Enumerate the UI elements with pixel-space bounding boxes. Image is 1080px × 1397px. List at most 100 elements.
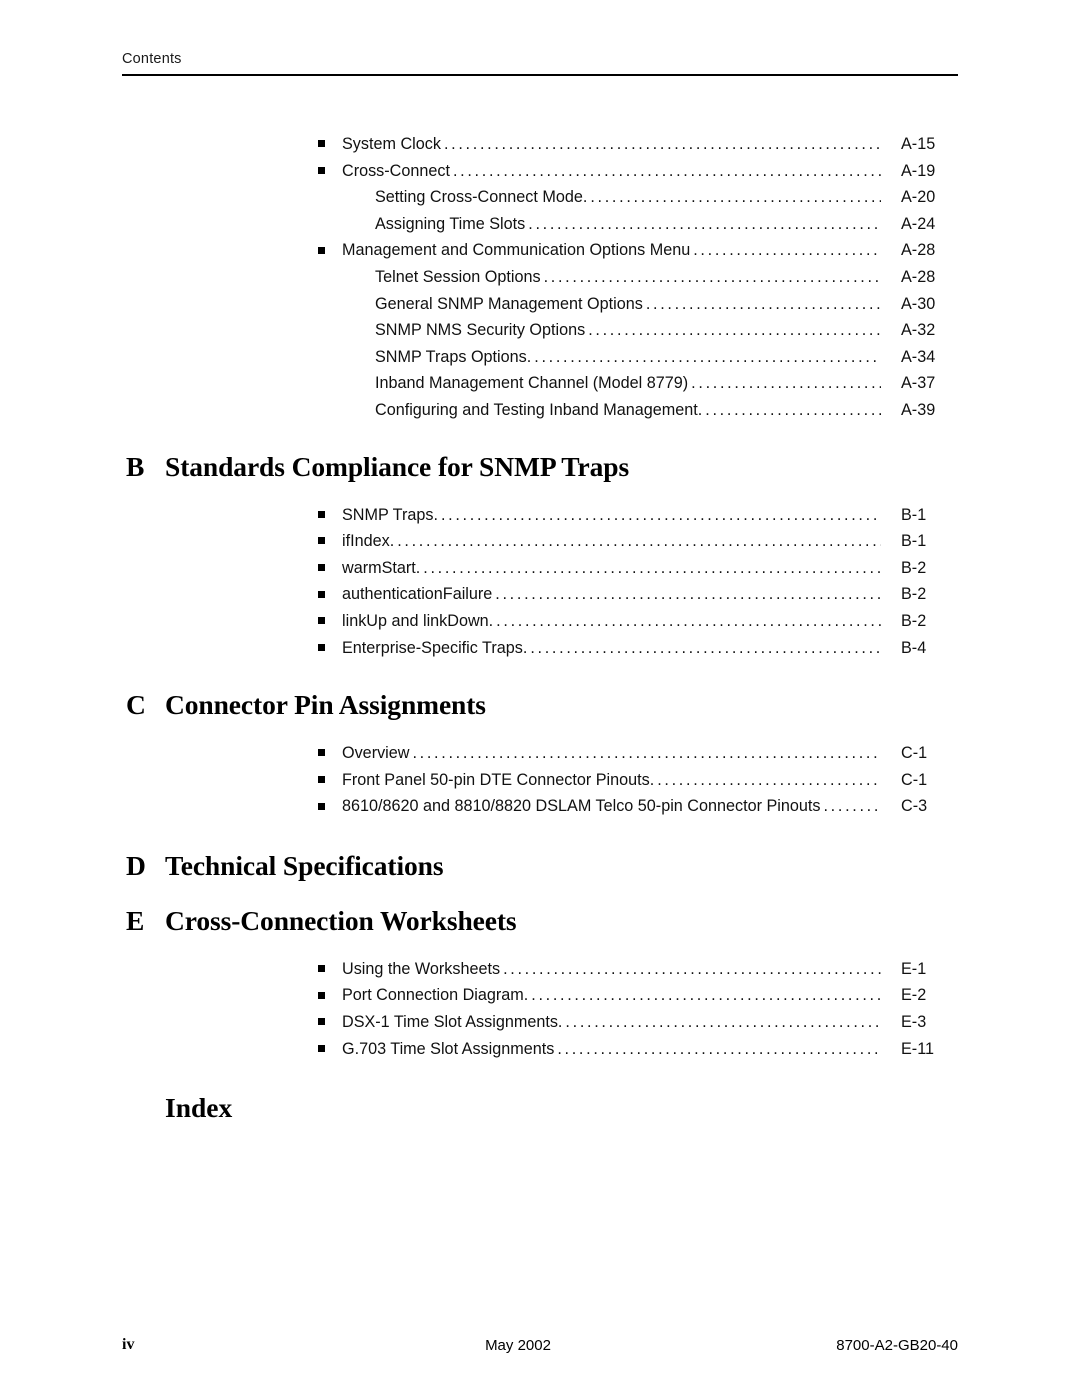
page-footer: iv May 2002 8700-A2-GB20-40 (122, 1336, 958, 1358)
toc-subentry[interactable]: Assigning Time Slots....................… (0, 211, 1080, 238)
chapter-heading-c: C Connector Pin Assignments (0, 689, 1080, 721)
dot-leader: ........................................… (657, 770, 881, 789)
chapter-letter: B (126, 450, 145, 482)
toc-entry[interactable]: warmStart...............................… (0, 555, 1080, 582)
toc-entry[interactable]: 8610/8620 and 8810/8820 DSLAM Telco 50-p… (0, 793, 1080, 820)
dot-leader: ........................................… (503, 959, 881, 978)
toc-page-number: A-37 (901, 374, 936, 393)
toc-entry[interactable]: G.703 Time Slot Assignments.............… (0, 1036, 1080, 1063)
toc-page-number: C-3 (901, 797, 928, 816)
toc-page-number: E-2 (901, 986, 927, 1005)
dot-leader: ........................................… (423, 558, 881, 577)
dot-leader: ........................................… (530, 638, 881, 657)
toc-subentry[interactable]: Setting Cross-Connect Mode..............… (0, 184, 1080, 211)
toc-page-number: B-1 (901, 505, 927, 524)
toc-entry-title: Inband Management Channel (Model 8779) (375, 374, 689, 393)
toc-subentry[interactable]: Configuring and Testing Inband Managemen… (0, 397, 1080, 424)
running-header: Contents (122, 51, 958, 76)
footer-date: May 2002 (485, 1337, 551, 1354)
toc-subentry[interactable]: SNMP Traps Options......................… (0, 344, 1080, 371)
toc-page-number: C-1 (901, 770, 928, 789)
dot-leader: ........................................… (565, 1013, 881, 1032)
dot-leader: ........................................… (590, 188, 881, 207)
toc-subentry[interactable]: Inband Management Channel (Model 8779)..… (0, 370, 1080, 397)
toc-page-number: B-2 (901, 585, 927, 604)
toc-entry[interactable]: DSX-1 Time Slot Assignments.............… (0, 1009, 1080, 1036)
dot-leader: ........................................… (443, 135, 881, 153)
toc-page-number: A-39 (901, 400, 936, 419)
toc-entry[interactable]: SNMP Traps..............................… (0, 502, 1080, 529)
toc-subentry[interactable]: Telnet Session Options..................… (0, 264, 1080, 291)
toc-entry[interactable]: Overview................................… (0, 740, 1080, 767)
dot-leader: ........................................… (823, 797, 881, 816)
toc-page-number: E-3 (901, 1013, 927, 1032)
dot-leader: ........................................… (412, 744, 881, 763)
chapter-letter: D (126, 849, 146, 881)
chapter-letter: C (126, 689, 146, 721)
toc-page-number: A-34 (901, 347, 936, 366)
chapter-heading-e: E Cross-Connection Worksheets (0, 905, 1080, 937)
index-heading: Index (165, 1092, 233, 1124)
toc-entry-title: authenticationFailure (342, 585, 493, 604)
toc-entry-title: Enterprise-Specific Traps. (342, 638, 528, 657)
toc-entry-title: Using the Worksheets (342, 959, 501, 978)
toc-subentry[interactable]: General SNMP Management Options.........… (0, 291, 1080, 318)
toc-entry-title: General SNMP Management Options (375, 294, 643, 313)
toc-page-number: A-24 (901, 214, 936, 233)
dot-leader: ........................................… (693, 241, 881, 260)
document-page: Contents System Clock...................… (0, 0, 1080, 1397)
toc-entry-title: SNMP Traps. (342, 505, 438, 524)
chapter-title: Connector Pin Assignments (165, 689, 486, 721)
toc-entry-title: Cross-Connect (342, 161, 450, 180)
dot-leader: ........................................… (543, 267, 881, 286)
dot-leader: ........................................… (588, 321, 881, 340)
dot-leader: ........................................… (495, 585, 881, 604)
toc-entry-title: DSX-1 Time Slot Assignments. (342, 1013, 563, 1032)
toc-entry-title: Setting Cross-Connect Mode. (375, 188, 588, 207)
toc-entry-title: Configuring and Testing Inband Managemen… (375, 400, 703, 419)
dot-leader: ........................................… (397, 532, 881, 551)
dot-leader: ........................................… (440, 505, 881, 524)
toc-entry[interactable]: Cross-Connect...........................… (0, 158, 1080, 185)
toc-entry-title: 8610/8620 and 8810/8820 DSLAM Telco 50-p… (342, 797, 821, 816)
toc-entry-title: System Clock (342, 135, 441, 153)
toc-entry[interactable]: Using the Worksheets....................… (0, 956, 1080, 983)
toc-entry[interactable]: Port Connection Diagram.................… (0, 982, 1080, 1009)
toc-entry[interactable]: Enterprise-Specific Traps...............… (0, 635, 1080, 662)
toc-page-number: A-20 (901, 188, 936, 207)
running-head-label: Contents (122, 51, 182, 67)
toc-page-number: A-19 (901, 161, 936, 180)
chapter-letter: E (126, 904, 145, 936)
toc-entry-title: Port Connection Diagram. (342, 986, 529, 1005)
toc-entry-title: Telnet Session Options (375, 267, 541, 286)
toc-page-number: A-28 (901, 267, 936, 286)
toc-entry-title: warmStart. (342, 558, 421, 577)
toc-subentry[interactable]: SNMP NMS Security Options...............… (0, 317, 1080, 344)
toc-page-number: B-2 (901, 558, 927, 577)
dot-leader: ........................................… (496, 611, 881, 630)
toc-entry-title: ifIndex. (342, 532, 395, 551)
dot-leader: ........................................… (534, 347, 881, 366)
toc-page-number: E-1 (901, 959, 927, 978)
chapter-title: Technical Specifications (165, 849, 444, 881)
chapter-heading-d: D Technical Specifications (0, 850, 1080, 882)
dot-leader: ........................................… (557, 1039, 881, 1058)
toc-entry-title: Front Panel 50-pin DTE Connector Pinouts… (342, 770, 655, 789)
table-of-contents: System Clock............................… (0, 131, 1080, 1124)
dot-leader: ........................................… (528, 214, 881, 233)
toc-entry[interactable]: Front Panel 50-pin DTE Connector Pinouts… (0, 767, 1080, 794)
toc-page-number: A-30 (901, 294, 936, 313)
dot-leader: ........................................… (531, 986, 881, 1005)
chapter-title: Standards Compliance for SNMP Traps (165, 450, 630, 482)
toc-entry-title: Management and Communication Options Men… (342, 241, 691, 260)
dot-leader: ........................................… (691, 374, 881, 393)
toc-entry[interactable]: authenticationFailure...................… (0, 581, 1080, 608)
dot-leader: ........................................… (705, 400, 881, 419)
toc-page-number: B-4 (901, 638, 927, 657)
toc-entry[interactable]: Management and Communication Options Men… (0, 237, 1080, 264)
toc-entry-title: Overview (342, 744, 410, 763)
toc-entry[interactable]: ifIndex.................................… (0, 528, 1080, 555)
toc-entry[interactable]: System Clock............................… (0, 131, 1080, 158)
toc-entry[interactable]: linkUp and linkDown.....................… (0, 608, 1080, 635)
toc-entry-title: SNMP NMS Security Options (375, 321, 586, 340)
